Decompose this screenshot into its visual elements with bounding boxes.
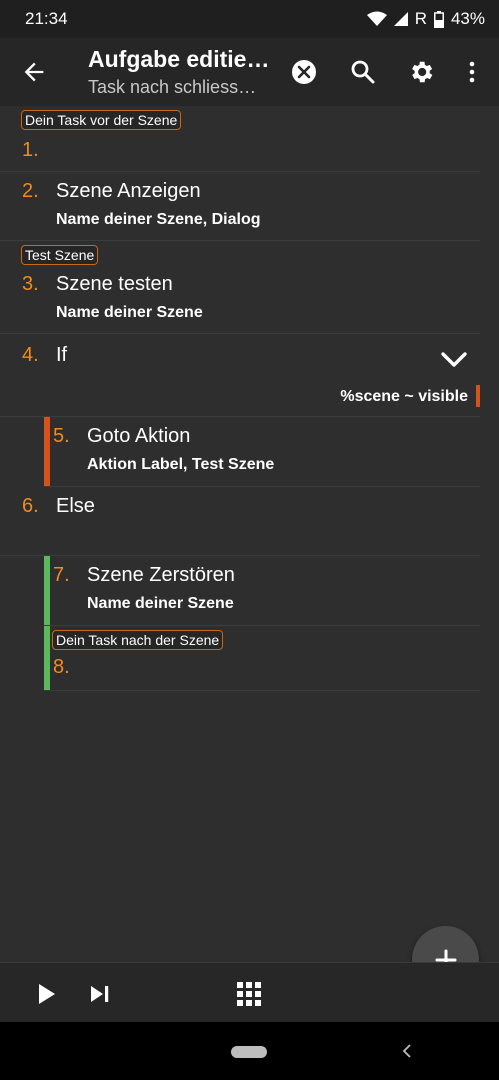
action-number: 3. (22, 273, 39, 295)
action-name: Szene Anzeigen (56, 180, 201, 202)
action-name: Szene Zerstören (87, 564, 235, 586)
action-label: Test Szene (21, 245, 99, 265)
if-condition: %scene ~ visible (340, 388, 468, 405)
action-label: Dein Task nach der Szene (52, 630, 224, 650)
back-arrow-icon[interactable] (20, 58, 48, 86)
else-branch-bar (44, 626, 50, 690)
page-subtitle: Task nach schliess… (88, 77, 257, 97)
grid-icon[interactable] (237, 982, 261, 1006)
action-params: Aktion Label, Test Szene (87, 456, 275, 473)
home-pill[interactable] (231, 1046, 267, 1058)
wifi-icon (366, 11, 387, 26)
clear-icon[interactable] (290, 58, 318, 86)
action-params: Name deiner Szene, Dialog (56, 211, 261, 228)
action-number: 5. (53, 425, 70, 447)
play-icon[interactable] (36, 982, 58, 1006)
condition-marker (476, 385, 480, 407)
back-chevron-icon[interactable] (400, 1043, 414, 1059)
action-row-6[interactable]: 6. Else (0, 487, 480, 556)
action-name: If (56, 344, 68, 366)
action-params: Name deiner Szene (87, 595, 234, 612)
action-row-7[interactable]: 7. Szene Zerstören Name deiner Szene (44, 556, 480, 626)
system-nav-bar (0, 1022, 499, 1080)
bottom-toolbar (0, 962, 499, 1023)
action-number: 7. (53, 564, 70, 586)
chevron-down-icon[interactable] (440, 350, 468, 370)
status-bar: 21:34 R 43% (0, 0, 499, 38)
if-branch-bar (44, 417, 50, 486)
action-number: 8. (53, 656, 70, 678)
action-number: 4. (22, 344, 39, 366)
action-list: Dein Task vor der Szene 1. 2. Szene Anze… (0, 106, 499, 691)
action-row-3[interactable]: Test Szene 3. Szene testen Name deiner S… (0, 241, 480, 334)
status-time: 21:34 (25, 9, 68, 28)
battery-icon (433, 10, 444, 28)
action-number: 2. (22, 180, 39, 202)
settings-gear-icon[interactable] (407, 58, 435, 86)
overflow-menu-icon[interactable] (458, 58, 486, 86)
action-number: 1. (22, 139, 39, 161)
battery-percent: 43% (450, 9, 485, 28)
step-forward-icon[interactable] (89, 983, 111, 1005)
action-label: Dein Task vor der Szene (21, 110, 182, 130)
action-name: Goto Aktion (87, 425, 191, 447)
carrier-label: R (414, 9, 427, 28)
page-title: Aufgabe editie… (88, 46, 270, 72)
signal-icon (393, 12, 408, 26)
action-name: Szene testen (56, 273, 173, 295)
title-block: Aufgabe editie… Task nach schliess… (88, 46, 278, 98)
action-row-1[interactable]: Dein Task vor der Szene 1. (0, 106, 480, 172)
action-params: Name deiner Szene (56, 304, 203, 321)
action-name: Else (56, 495, 95, 517)
action-row-5[interactable]: 5. Goto Aktion Aktion Label, Test Szene (44, 417, 480, 487)
action-row-8[interactable]: Dein Task nach der Szene 8. (44, 626, 480, 691)
else-branch-bar (44, 556, 50, 625)
action-row-2[interactable]: 2. Szene Anzeigen Name deiner Szene, Dia… (0, 172, 480, 241)
search-icon[interactable] (349, 58, 377, 86)
action-row-4[interactable]: 4. If %scene ~ visible (0, 334, 480, 417)
app-bar: Aufgabe editie… Task nach schliess… (0, 38, 499, 106)
action-number: 6. (22, 495, 39, 517)
